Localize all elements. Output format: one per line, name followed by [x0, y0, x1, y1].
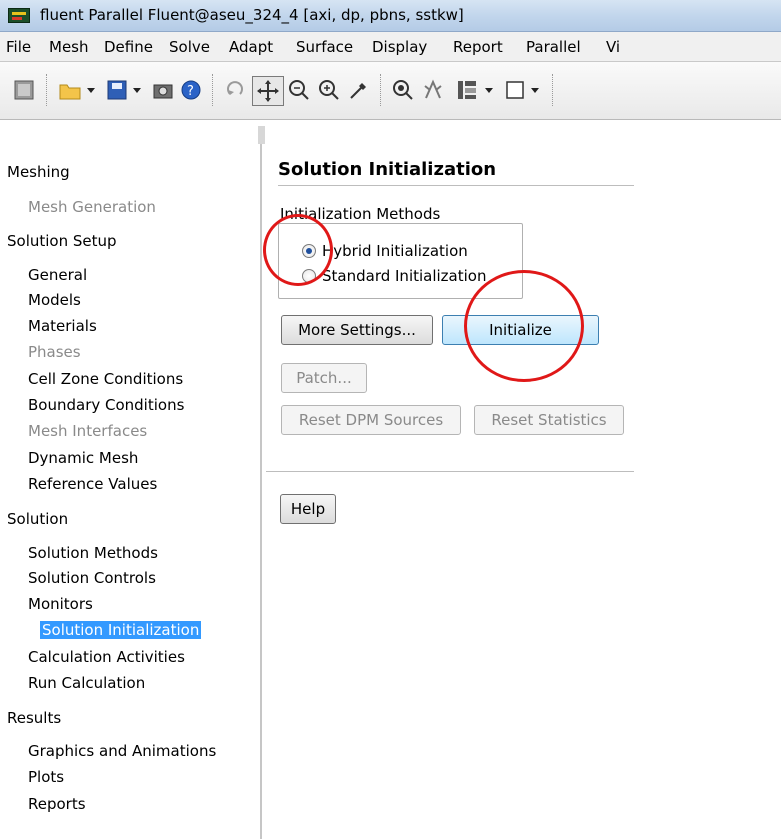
mouse-probe-icon[interactable]	[420, 76, 446, 104]
tree-item-mesh-interfaces[interactable]: Mesh Interfaces	[28, 422, 147, 440]
open-folder-icon[interactable]	[56, 76, 84, 104]
hybrid-initialization-radio[interactable]: Hybrid Initialization	[302, 242, 468, 260]
tree-item-solution-controls[interactable]: Solution Controls	[28, 569, 156, 587]
menu-display[interactable]: Display	[372, 38, 427, 56]
reset-statistics-button[interactable]: Reset Statistics	[474, 405, 624, 435]
fluent-app-icon	[8, 8, 30, 23]
save-dropdown-caret-icon[interactable]	[132, 76, 142, 104]
tree-item-general[interactable]: General	[28, 266, 87, 284]
tree-item-phases[interactable]: Phases	[28, 343, 81, 361]
zoom-in-icon[interactable]	[286, 76, 312, 104]
menu-file[interactable]: File	[6, 38, 31, 56]
initialization-methods-group	[278, 223, 523, 299]
tree-item-plots[interactable]: Plots	[28, 768, 64, 786]
tree-item-dynamic-mesh[interactable]: Dynamic Mesh	[28, 449, 138, 467]
title-divider	[278, 185, 634, 187]
view-box-icon[interactable]	[502, 76, 528, 104]
tree-item-materials[interactable]: Materials	[28, 317, 97, 335]
toolbar-separator	[212, 74, 216, 106]
menu-parallel[interactable]: Parallel	[526, 38, 581, 56]
layout-dropdown-caret-icon[interactable]	[484, 76, 494, 104]
radio-checked-icon[interactable]	[302, 244, 316, 258]
tree-item-calculation-activities[interactable]: Calculation Activities	[28, 648, 185, 666]
toolbar: ?	[0, 62, 781, 120]
view-dropdown-caret-icon[interactable]	[530, 76, 540, 104]
tree-item-run-calculation[interactable]: Run Calculation	[28, 674, 145, 692]
tree-category-solution-setup[interactable]: Solution Setup	[7, 232, 117, 250]
mesh-icon[interactable]	[10, 76, 38, 104]
window-title: fluent Parallel Fluent@aseu_324_4 [axi, …	[40, 6, 464, 24]
toolbar-separator	[380, 74, 384, 106]
navigation-tree: Meshing Mesh Generation Solution Setup G…	[0, 131, 262, 839]
menu-solve[interactable]: Solve	[169, 38, 210, 56]
layout-icon[interactable]	[454, 76, 480, 104]
tree-splitter-handle[interactable]	[258, 126, 265, 144]
tree-item-graphics-and-animations[interactable]: Graphics and Animations	[28, 742, 216, 760]
zoom-box-icon[interactable]	[316, 76, 342, 104]
tree-item-solution-methods[interactable]: Solution Methods	[28, 544, 158, 562]
menu-overflow[interactable]: Vi	[606, 38, 620, 56]
tree-category-results[interactable]: Results	[7, 709, 61, 727]
tree-item-cell-zone-conditions[interactable]: Cell Zone Conditions	[28, 370, 183, 388]
more-settings-button[interactable]: More Settings...	[281, 315, 433, 345]
patch-button[interactable]: Patch...	[281, 363, 367, 393]
menu-report[interactable]: Report	[453, 38, 503, 56]
help-icon[interactable]: ?	[178, 76, 204, 104]
help-button[interactable]: Help	[280, 494, 336, 524]
tree-category-solution[interactable]: Solution	[7, 510, 68, 528]
tree-item-reference-values[interactable]: Reference Values	[28, 475, 157, 493]
panel-title: Solution Initialization	[278, 159, 497, 180]
pan-icon[interactable]	[252, 76, 284, 106]
standard-initialization-label: Standard Initialization	[322, 267, 487, 285]
camera-icon[interactable]	[150, 76, 176, 104]
tree-item-solution-initialization[interactable]: Solution Initialization	[40, 621, 202, 639]
save-icon[interactable]	[104, 76, 130, 104]
hybrid-initialization-label: Hybrid Initialization	[322, 242, 468, 260]
menu-mesh[interactable]: Mesh	[49, 38, 89, 56]
radio-unchecked-icon[interactable]	[302, 269, 316, 283]
window-title-bar[interactable]: fluent Parallel Fluent@aseu_324_4 [axi, …	[0, 0, 781, 32]
section-divider	[266, 471, 634, 473]
solution-initialization-panel: Solution Initialization Initialization M…	[266, 131, 781, 839]
initialize-button[interactable]: Initialize	[442, 315, 599, 345]
reset-dpm-sources-button[interactable]: Reset DPM Sources	[281, 405, 461, 435]
tree-item-reports[interactable]: Reports	[28, 795, 86, 813]
rotate-icon[interactable]	[222, 76, 250, 104]
toolbar-separator	[552, 74, 556, 106]
svg-text:?: ?	[187, 84, 194, 99]
tree-item-boundary-conditions[interactable]: Boundary Conditions	[28, 396, 184, 414]
menu-define[interactable]: Define	[104, 38, 153, 56]
probe-icon[interactable]	[346, 76, 372, 104]
initialization-methods-label: Initialization Methods	[280, 205, 441, 223]
mouse-zoom-icon[interactable]	[390, 76, 416, 104]
open-dropdown-caret-icon[interactable]	[86, 76, 96, 104]
menu-adapt[interactable]: Adapt	[229, 38, 273, 56]
menu-surface[interactable]: Surface	[296, 38, 353, 56]
tree-item-mesh-generation[interactable]: Mesh Generation	[28, 198, 156, 216]
standard-initialization-radio[interactable]: Standard Initialization	[302, 267, 486, 285]
tree-item-models[interactable]: Models	[28, 291, 81, 309]
tree-item-monitors[interactable]: Monitors	[28, 595, 93, 613]
toolbar-separator	[46, 74, 50, 106]
menu-bar: File Mesh Define Solve Adapt Surface Dis…	[0, 32, 781, 62]
tree-category-meshing[interactable]: Meshing	[7, 163, 70, 181]
